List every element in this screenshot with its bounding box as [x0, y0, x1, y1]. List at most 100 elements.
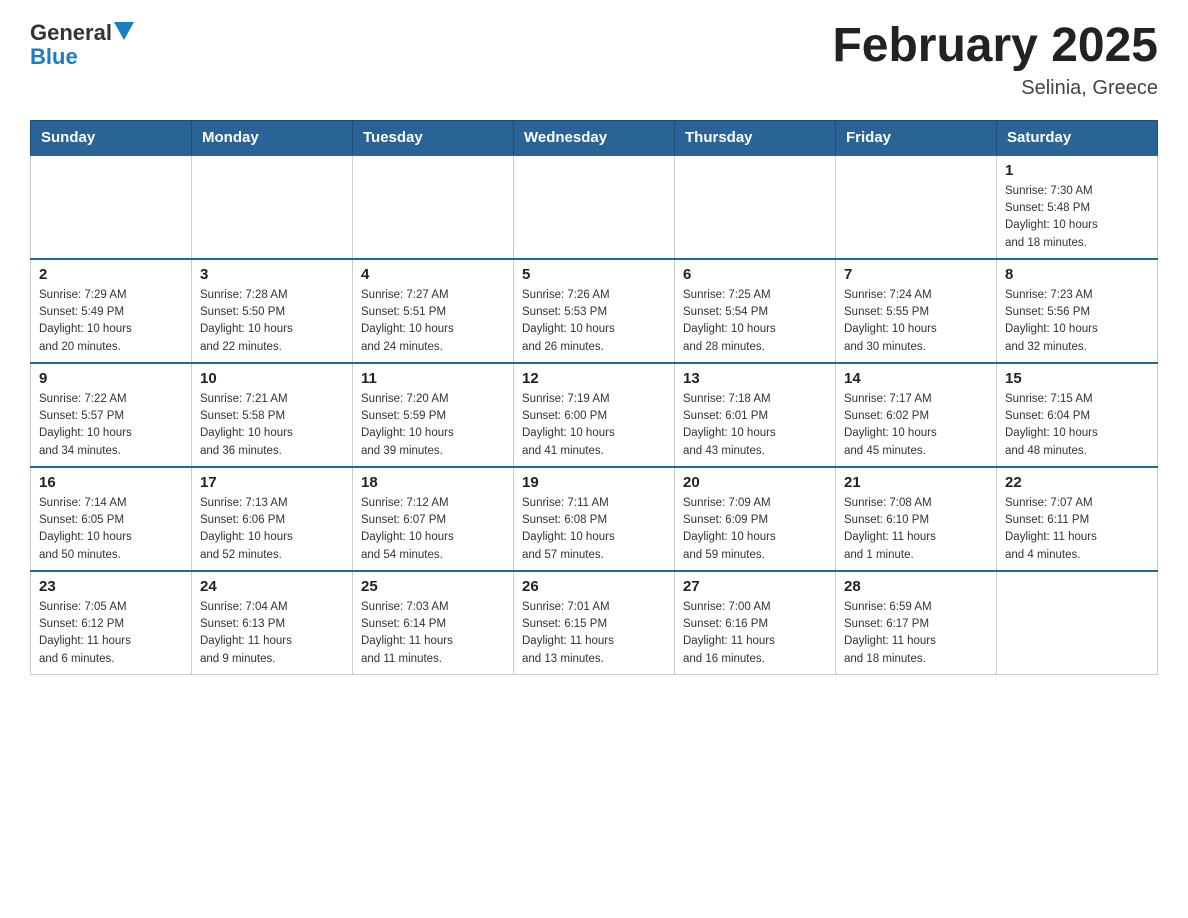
day-info: Sunrise: 7:22 AM Sunset: 5:57 PM Dayligh… — [39, 391, 183, 460]
day-number: 19 — [522, 474, 666, 491]
calendar-cell: 2 Sunrise: 7:29 AM Sunset: 5:49 PM Daylig… — [31, 259, 192, 363]
day-info: Sunrise: 7:19 AM Sunset: 6:00 PM Dayligh… — [522, 391, 666, 460]
day-info: Sunrise: 7:03 AM Sunset: 6:14 PM Dayligh… — [361, 599, 505, 668]
day-info: Sunrise: 7:29 AM Sunset: 5:49 PM Dayligh… — [39, 287, 183, 356]
day-number: 4 — [361, 266, 505, 283]
day-number: 23 — [39, 578, 183, 595]
calendar-cell: 19 Sunrise: 7:11 AM Sunset: 6:08 PM Dayli… — [514, 467, 675, 571]
week-row-1: 1 Sunrise: 7:30 AM Sunset: 5:48 PM Daylig… — [31, 155, 1158, 259]
day-number: 18 — [361, 474, 505, 491]
logo-blue: Blue — [30, 44, 78, 69]
day-info: Sunrise: 7:23 AM Sunset: 5:56 PM Dayligh… — [1005, 287, 1149, 356]
day-info: Sunrise: 7:01 AM Sunset: 6:15 PM Dayligh… — [522, 599, 666, 668]
day-info: Sunrise: 7:25 AM Sunset: 5:54 PM Dayligh… — [683, 287, 827, 356]
calendar-cell — [836, 155, 997, 259]
day-info: Sunrise: 7:11 AM Sunset: 6:08 PM Dayligh… — [522, 495, 666, 564]
day-info: Sunrise: 7:21 AM Sunset: 5:58 PM Dayligh… — [200, 391, 344, 460]
day-number: 13 — [683, 370, 827, 387]
calendar-cell — [353, 155, 514, 259]
day-number: 7 — [844, 266, 988, 283]
calendar-cell: 20Sunrise: 7:09 AM Sunset: 6:09 PM Dayli… — [675, 467, 836, 571]
logo-general: General — [30, 20, 112, 46]
location: Selinia, Greece — [832, 77, 1158, 100]
calendar-cell — [997, 571, 1158, 675]
month-title: February 2025 — [832, 20, 1158, 73]
day-info: Sunrise: 7:13 AM Sunset: 6:06 PM Dayligh… — [200, 495, 344, 564]
calendar-cell: 14 Sunrise: 7:17 AM Sunset: 6:02 PM Dayli… — [836, 363, 997, 467]
week-row-2: 2 Sunrise: 7:29 AM Sunset: 5:49 PM Daylig… — [31, 259, 1158, 363]
day-number: 15 — [1005, 370, 1149, 387]
page-header: General Blue February 2025 Selinia, Gree… — [30, 20, 1158, 100]
calendar-cell: 9 Sunrise: 7:22 AM Sunset: 5:57 PM Daylig… — [31, 363, 192, 467]
day-number: 27 — [683, 578, 827, 595]
weekday-header-tuesday: Tuesday — [353, 120, 514, 155]
calendar-table: SundayMondayTuesdayWednesdayThursdayFrid… — [30, 120, 1158, 675]
calendar-cell: 10 Sunrise: 7:21 AM Sunset: 5:58 PM Dayli… — [192, 363, 353, 467]
day-number: 6 — [683, 266, 827, 283]
day-number: 1 — [1005, 162, 1149, 179]
calendar-cell: 24 Sunrise: 7:04 AM Sunset: 6:13 PM Dayli… — [192, 571, 353, 675]
calendar-cell: 25Sunrise: 7:03 AM Sunset: 6:14 PM Dayli… — [353, 571, 514, 675]
calendar-cell: 11Sunrise: 7:20 AM Sunset: 5:59 PM Dayli… — [353, 363, 514, 467]
weekday-header-thursday: Thursday — [675, 120, 836, 155]
day-number: 9 — [39, 370, 183, 387]
day-number: 26 — [522, 578, 666, 595]
day-number: 14 — [844, 370, 988, 387]
day-number: 2 — [39, 266, 183, 283]
day-number: 22 — [1005, 474, 1149, 491]
weekday-header-monday: Monday — [192, 120, 353, 155]
day-number: 11 — [361, 370, 505, 387]
calendar-cell: 28Sunrise: 6:59 AM Sunset: 6:17 PM Dayli… — [836, 571, 997, 675]
day-number: 16 — [39, 474, 183, 491]
day-number: 24 — [200, 578, 344, 595]
day-number: 5 — [522, 266, 666, 283]
calendar-cell: 18 Sunrise: 7:12 AM Sunset: 6:07 PM Dayli… — [353, 467, 514, 571]
day-number: 8 — [1005, 266, 1149, 283]
day-info: Sunrise: 7:05 AM Sunset: 6:12 PM Dayligh… — [39, 599, 183, 668]
calendar-cell: 4 Sunrise: 7:27 AM Sunset: 5:51 PM Daylig… — [353, 259, 514, 363]
title-block: February 2025 Selinia, Greece — [832, 20, 1158, 100]
day-info: Sunrise: 7:04 AM Sunset: 6:13 PM Dayligh… — [200, 599, 344, 668]
day-info: Sunrise: 7:28 AM Sunset: 5:50 PM Dayligh… — [200, 287, 344, 356]
day-info: Sunrise: 7:14 AM Sunset: 6:05 PM Dayligh… — [39, 495, 183, 564]
calendar-cell: 12Sunrise: 7:19 AM Sunset: 6:00 PM Dayli… — [514, 363, 675, 467]
weekday-header-friday: Friday — [836, 120, 997, 155]
calendar-cell: 15 Sunrise: 7:15 AM Sunset: 6:04 PM Dayli… — [997, 363, 1158, 467]
day-info: Sunrise: 7:07 AM Sunset: 6:11 PM Dayligh… — [1005, 495, 1149, 564]
calendar-cell: 21 Sunrise: 7:08 AM Sunset: 6:10 PM Dayli… — [836, 467, 997, 571]
day-info: Sunrise: 7:18 AM Sunset: 6:01 PM Dayligh… — [683, 391, 827, 460]
calendar-cell: 22 Sunrise: 7:07 AM Sunset: 6:11 PM Dayli… — [997, 467, 1158, 571]
day-info: Sunrise: 7:12 AM Sunset: 6:07 PM Dayligh… — [361, 495, 505, 564]
calendar-cell — [675, 155, 836, 259]
calendar-cell: 6 Sunrise: 7:25 AM Sunset: 5:54 PM Daylig… — [675, 259, 836, 363]
weekday-header-sunday: Sunday — [31, 120, 192, 155]
calendar-cell — [31, 155, 192, 259]
calendar-cell: 3 Sunrise: 7:28 AM Sunset: 5:50 PM Daylig… — [192, 259, 353, 363]
day-number: 17 — [200, 474, 344, 491]
calendar-cell: 7 Sunrise: 7:24 AM Sunset: 5:55 PM Daylig… — [836, 259, 997, 363]
calendar-cell: 23 Sunrise: 7:05 AM Sunset: 6:12 PM Dayli… — [31, 571, 192, 675]
day-info: Sunrise: 7:27 AM Sunset: 5:51 PM Dayligh… — [361, 287, 505, 356]
weekday-header-row: SundayMondayTuesdayWednesdayThursdayFrid… — [31, 120, 1158, 155]
day-info: Sunrise: 6:59 AM Sunset: 6:17 PM Dayligh… — [844, 599, 988, 668]
calendar-cell: 27 Sunrise: 7:00 AM Sunset: 6:16 PM Dayli… — [675, 571, 836, 675]
calendar-cell: 8 Sunrise: 7:23 AM Sunset: 5:56 PM Daylig… — [997, 259, 1158, 363]
day-info: Sunrise: 7:09 AM Sunset: 6:09 PM Dayligh… — [683, 495, 827, 564]
week-row-5: 23 Sunrise: 7:05 AM Sunset: 6:12 PM Dayli… — [31, 571, 1158, 675]
day-number: 10 — [200, 370, 344, 387]
calendar-cell — [192, 155, 353, 259]
day-info: Sunrise: 7:08 AM Sunset: 6:10 PM Dayligh… — [844, 495, 988, 564]
logo: General Blue — [30, 20, 134, 70]
calendar-cell: 13 Sunrise: 7:18 AM Sunset: 6:01 PM Dayli… — [675, 363, 836, 467]
day-number: 3 — [200, 266, 344, 283]
day-info: Sunrise: 7:00 AM Sunset: 6:16 PM Dayligh… — [683, 599, 827, 668]
logo-arrow-icon — [114, 22, 134, 40]
day-info: Sunrise: 7:24 AM Sunset: 5:55 PM Dayligh… — [844, 287, 988, 356]
calendar-cell: 5 Sunrise: 7:26 AM Sunset: 5:53 PM Daylig… — [514, 259, 675, 363]
day-info: Sunrise: 7:26 AM Sunset: 5:53 PM Dayligh… — [522, 287, 666, 356]
day-info: Sunrise: 7:17 AM Sunset: 6:02 PM Dayligh… — [844, 391, 988, 460]
day-info: Sunrise: 7:15 AM Sunset: 6:04 PM Dayligh… — [1005, 391, 1149, 460]
day-info: Sunrise: 7:30 AM Sunset: 5:48 PM Dayligh… — [1005, 183, 1149, 252]
calendar-cell — [514, 155, 675, 259]
day-number: 21 — [844, 474, 988, 491]
